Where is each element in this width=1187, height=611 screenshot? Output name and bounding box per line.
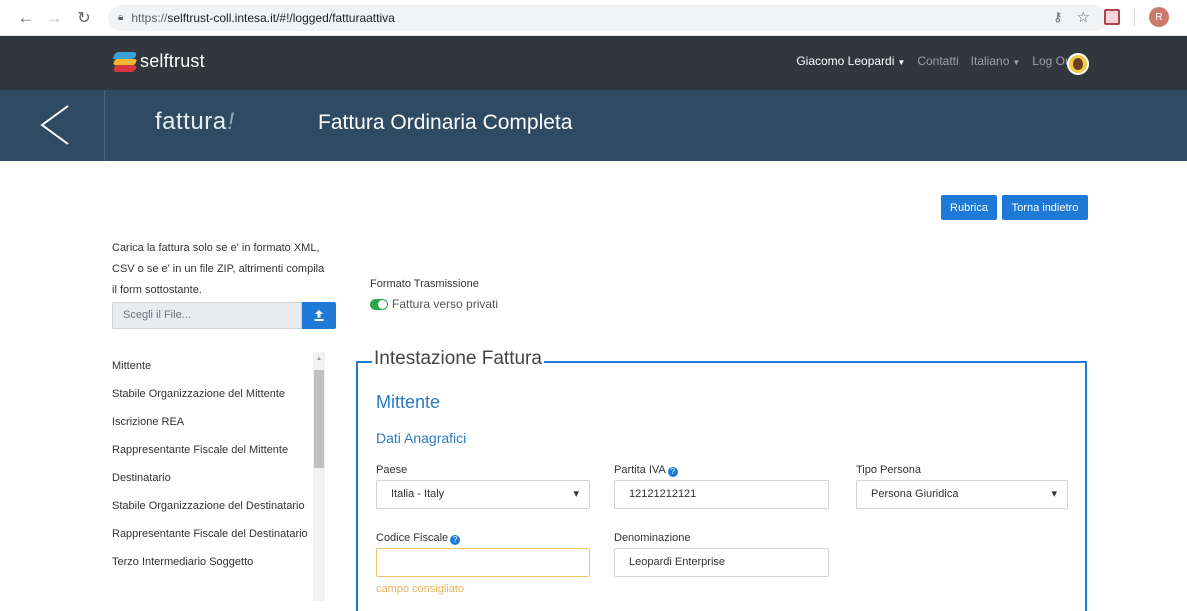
codice-fiscale-input[interactable] <box>376 548 590 577</box>
help-icon[interactable]: ? <box>450 535 461 545</box>
formato-toggle[interactable]: Fattura verso privati <box>370 297 498 311</box>
sidebar-item-stabile-destinatario[interactable]: Stabile Organizzazione del Destinatario <box>104 492 328 520</box>
extension-icon[interactable] <box>1104 9 1120 25</box>
section-title: Mittente <box>376 392 441 412</box>
language-menu[interactable]: Italiano ▼ <box>971 54 1021 68</box>
upload-hint: Carica la fattura solo se e' in formato … <box>112 242 325 296</box>
denominazione-label: Denominazione <box>614 532 691 544</box>
sidebar-item-rea[interactable]: Iscrizione REA <box>104 408 328 436</box>
sidebar-item-rappresentante-destinatario[interactable]: Rappresentante Fiscale del Destinatario <box>104 520 328 548</box>
sidebar-item-rappresentante-mittente[interactable]: Rappresentante Fiscale del Mittente <box>104 436 328 464</box>
scroll-up-icon[interactable]: ▲ <box>316 356 322 362</box>
rubrica-button[interactable]: Rubrica <box>941 195 997 220</box>
scrollbar-thumb[interactable] <box>314 370 324 468</box>
back-arrow-icon[interactable] <box>36 102 76 148</box>
key-icon[interactable]: ⚷ <box>1053 9 1063 25</box>
upload-button[interactable] <box>302 302 336 329</box>
forward-icon[interactable]: → <box>42 6 66 30</box>
paese-select[interactable]: Italia - Italy <box>376 480 590 509</box>
brand-name: selftrust <box>140 50 205 71</box>
star-icon[interactable]: ☆ <box>1077 8 1090 26</box>
sidebar-item-mittente[interactable]: Mittente <box>104 352 328 380</box>
denominazione-input[interactable]: Leopardi Enterprise <box>614 548 829 577</box>
upload-icon <box>314 310 324 321</box>
file-input[interactable]: Scegli il File... <box>112 302 302 329</box>
codice-fiscale-label: Codice Fiscale? <box>376 532 461 545</box>
paese-label: Paese <box>376 464 408 476</box>
fattura-logo: fattura! <box>155 108 235 135</box>
user-menu[interactable]: Giacomo Leopardi ▼ <box>796 54 905 68</box>
lock-icon: 🔒︎ <box>118 12 124 23</box>
subsection-title: Dati Anagrafici <box>376 430 467 446</box>
back-button[interactable]: Torna indietro <box>1002 195 1088 220</box>
selftrust-logo-icon <box>112 50 138 72</box>
tipo-persona-select[interactable]: Persona Giuridica <box>856 480 1068 509</box>
piva-input[interactable]: 12121212121 <box>614 480 829 509</box>
title-banner: fattura! Fattura Ordinaria Completa <box>0 90 1187 161</box>
toolbar-divider <box>1134 8 1135 26</box>
piva-label: Partita IVA? <box>614 464 678 477</box>
caret-down-icon: ▼ <box>1012 58 1021 67</box>
page-title: Fattura Ordinaria Completa <box>318 111 573 134</box>
brand[interactable]: selftrust <box>112 50 205 72</box>
toggle-switch-icon[interactable] <box>370 298 388 310</box>
section-menu: Mittente Stabile Organizzazione del Mitt… <box>104 352 328 601</box>
toggle-label: Fattura verso privati <box>392 297 499 311</box>
url-text: https://selftrust-coll.intesa.it/#!/logg… <box>131 10 395 25</box>
codice-fiscale-hint: campo consigliato <box>376 583 465 595</box>
avatar[interactable] <box>1067 53 1089 75</box>
banner-divider <box>104 90 105 161</box>
sidebar-item-stabile-mittente[interactable]: Stabile Organizzazione del Mittente <box>104 380 328 408</box>
app-navbar: selftrust Giacomo Leopardi ▼ Contatti Ita… <box>0 36 1187 90</box>
reload-icon[interactable]: ↻ <box>72 6 96 30</box>
back-icon[interactable]: ← <box>14 6 38 30</box>
browser-toolbar: ← → ↻ 🔒︎ https://selftrust-coll.intesa.i… <box>0 0 1187 36</box>
profile-icon[interactable]: R <box>1149 7 1169 27</box>
formato-label: Formato Trasmissione <box>370 278 479 290</box>
tipo-persona-label: Tipo Persona <box>856 464 922 476</box>
address-bar[interactable]: 🔒︎ https://selftrust-coll.intesa.it/#!/l… <box>108 4 1108 31</box>
sidebar-item-terzo-intermediario[interactable]: Terzo Intermediario Soggetto <box>104 548 328 576</box>
contacts-link[interactable]: Contatti <box>917 54 958 68</box>
sidebar-item-destinatario[interactable]: Destinatario <box>104 464 328 492</box>
help-icon[interactable]: ? <box>667 467 678 477</box>
caret-down-icon: ▼ <box>897 58 906 67</box>
fieldset-legend: Intestazione Fattura <box>372 348 544 370</box>
